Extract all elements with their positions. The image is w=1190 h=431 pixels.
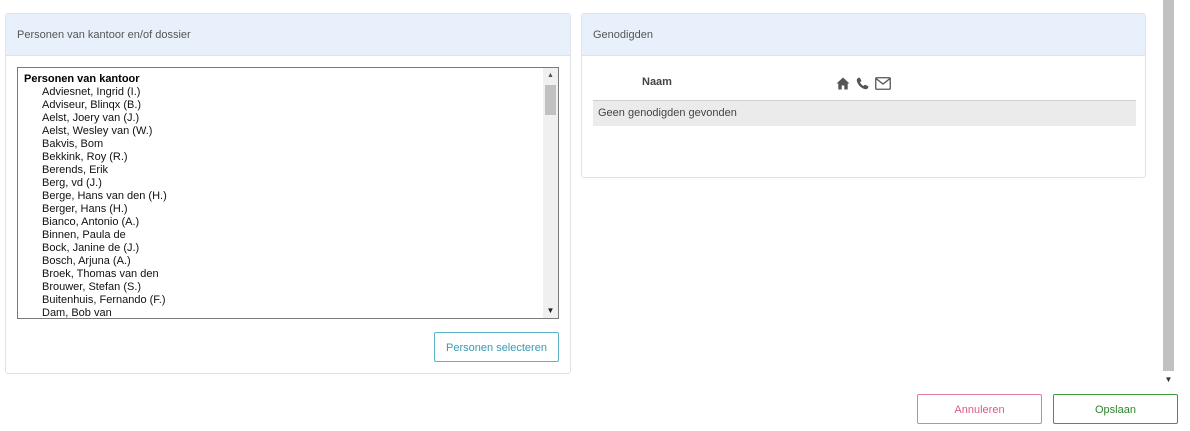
list-scrollbar-thumb[interactable] [545,85,556,115]
persons-panel: Personen van kantoor en/of dossier Perso… [5,13,571,374]
page-scrollbar[interactable]: ▼ [1160,0,1177,388]
list-option[interactable]: Berge, Hans van den (H.) [18,190,543,203]
page-scroll-down-arrow-icon[interactable]: ▼ [1160,373,1177,387]
list-option[interactable]: Bakvis, Bom [18,138,543,151]
scroll-up-arrow-icon[interactable]: ▲ [543,68,558,83]
list-option[interactable]: Bosch, Arjuna (A.) [18,255,543,268]
list-option[interactable]: Broek, Thomas van den [18,268,543,281]
persons-list: Personen van kantoor Adviesnet, Ingrid (… [18,68,543,318]
envelope-icon [875,76,891,90]
list-option[interactable]: Bianco, Antonio (A.) [18,216,543,229]
list-option[interactable]: Adviseur, Blinqx (B.) [18,99,543,112]
list-option[interactable]: Berger, Hans (H.) [18,203,543,216]
invitees-panel-title: Genodigden [582,14,1145,56]
select-persons-button[interactable]: Personen selecteren [434,332,559,362]
list-option[interactable]: Buitenhuis, Fernando (F.) [18,294,543,307]
empty-invitees-row: Geen genodigden gevonden [593,101,1136,126]
list-option[interactable]: Aelst, Joery van (J.) [18,112,543,125]
phone-icon [856,77,869,90]
list-option[interactable]: Adviesnet, Ingrid (I.) [18,86,543,99]
contact-icons [836,75,891,91]
list-option[interactable]: Berg, vd (J.) [18,177,543,190]
list-option[interactable]: Aelst, Wesley van (W.) [18,125,543,138]
list-option[interactable]: Dam, Bob van [18,307,543,318]
home-icon [836,77,850,90]
list-option[interactable]: Brouwer, Stefan (S.) [18,281,543,294]
page-scrollbar-thumb[interactable] [1163,0,1174,371]
persons-listbox[interactable]: Personen van kantoor Adviesnet, Ingrid (… [17,67,559,319]
list-option[interactable]: Binnen, Paula de [18,229,543,242]
list-scrollbar[interactable]: ▲ ▼ [543,68,558,318]
list-option[interactable]: Bock, Janine de (J.) [18,242,543,255]
persons-panel-title: Personen van kantoor en/of dossier [6,14,570,56]
list-option[interactable]: Bekkink, Roy (R.) [18,151,543,164]
invitees-panel: Genodigden Naam Geen genodigden gevonden [581,13,1146,178]
column-header-name: Naam [642,76,672,88]
cancel-button[interactable]: Annuleren [917,394,1042,424]
list-option[interactable]: Berends, Erik [18,164,543,177]
scroll-down-arrow-icon[interactable]: ▼ [543,303,558,318]
list-group-label: Personen van kantoor [24,73,140,85]
save-button[interactable]: Opslaan [1053,394,1178,424]
